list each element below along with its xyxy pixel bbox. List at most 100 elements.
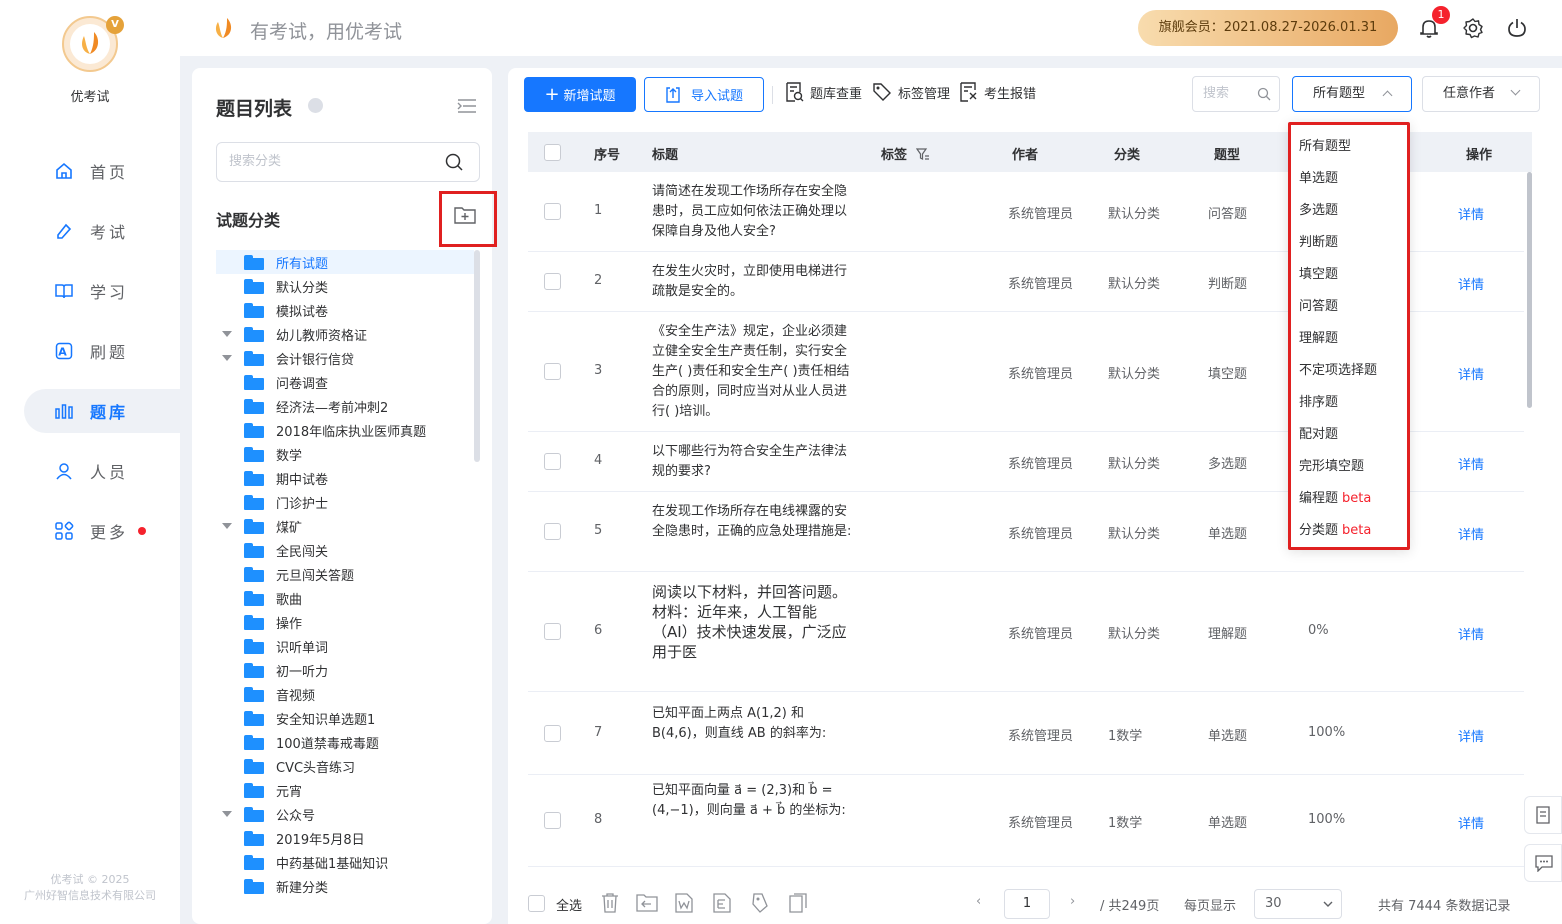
row-checkbox[interactable] xyxy=(544,523,561,540)
type-filter-select[interactable]: 所有题型 xyxy=(1292,76,1412,112)
app-logo[interactable]: V xyxy=(62,16,124,72)
author-filter-select[interactable]: 任意作者 xyxy=(1422,76,1540,112)
import-question-button[interactable]: 导入试题 xyxy=(644,77,764,112)
type-option[interactable]: 理解题 xyxy=(1299,327,1338,346)
duplicate-check-button[interactable]: 题库查重 xyxy=(786,82,862,102)
tree-item[interactable]: 2018年临床执业医师真题 xyxy=(216,418,474,442)
search-icon[interactable] xyxy=(1257,87,1271,101)
type-option[interactable]: 不定项选择题 xyxy=(1299,359,1377,378)
select-all-checkbox[interactable] xyxy=(528,895,545,912)
export-word-icon[interactable] xyxy=(674,892,694,914)
tree-item[interactable]: 默认分类 xyxy=(216,274,474,298)
detail-link[interactable]: 详情 xyxy=(1458,624,1484,643)
trash-icon[interactable] xyxy=(600,892,620,914)
tree-item[interactable]: 安全知识单选题1 xyxy=(216,706,474,730)
tree-item[interactable]: 数学 xyxy=(216,442,474,466)
tree-item[interactable]: 经济法—考前冲刺2 xyxy=(216,394,474,418)
nav-exam[interactable]: 考试 xyxy=(24,209,180,253)
question-search-input[interactable]: 搜索 xyxy=(1192,76,1280,112)
tree-item[interactable]: 初一听力 xyxy=(216,658,474,682)
row-title[interactable]: 《安全生产法》规定，企业必须建立健全安全生产责任制，实行安全生产( )责任和安全… xyxy=(652,322,854,422)
notes-float-button[interactable] xyxy=(1524,796,1562,834)
tree-scrollbar[interactable] xyxy=(474,250,480,462)
tree-item[interactable]: 公众号 xyxy=(216,802,474,826)
add-question-button[interactable]: + 新增试题 xyxy=(524,77,636,112)
tree-item[interactable]: 元宵 xyxy=(216,778,474,802)
row-checkbox[interactable] xyxy=(544,812,561,829)
header-tag[interactable]: 标签 xyxy=(881,144,930,163)
export-excel-icon[interactable] xyxy=(712,892,732,914)
caret-down-icon[interactable] xyxy=(222,355,232,361)
row-checkbox[interactable] xyxy=(544,203,561,220)
per-page-select[interactable]: 30 xyxy=(1254,889,1342,919)
chat-float-button[interactable] xyxy=(1524,844,1562,882)
type-option[interactable]: 编程题 beta xyxy=(1299,487,1371,506)
tree-item[interactable]: 2019年5月8日 xyxy=(216,826,474,850)
type-option[interactable]: 所有题型 xyxy=(1299,135,1351,154)
row-title[interactable]: 在发现工作场所存在电线裸露的安全隐患时，正确的应急处理措施是: xyxy=(652,502,854,542)
tag-management-button[interactable]: 标签管理 xyxy=(872,82,950,102)
detail-link[interactable]: 详情 xyxy=(1458,524,1484,543)
type-option[interactable]: 单选题 xyxy=(1299,167,1338,186)
table-scrollbar[interactable] xyxy=(1527,172,1532,408)
copy-icon[interactable] xyxy=(788,892,810,914)
type-option[interactable]: 完形填空题 xyxy=(1299,455,1364,474)
table-row[interactable]: 8 系统管理员 1数学 单选题 100% 已知平面向量 a⃗ = (2,3)和 b⃗ = … xyxy=(528,775,1524,867)
tree-item[interactable]: 100道禁毒戒毒题 xyxy=(216,730,474,754)
row-checkbox[interactable] xyxy=(544,623,561,640)
select-all-label[interactable]: 全选 xyxy=(556,895,582,914)
nav-question-bank[interactable]: 题库 xyxy=(24,389,180,433)
nav-more[interactable]: 更多 xyxy=(24,509,180,553)
caret-down-icon[interactable] xyxy=(222,331,232,337)
tree-item[interactable]: 会计银行信贷 xyxy=(216,346,474,370)
select-all-checkbox-header[interactable] xyxy=(544,144,561,161)
tree-item[interactable]: 新建分类 xyxy=(216,874,474,898)
tree-item[interactable]: 识听单词 xyxy=(216,634,474,658)
caret-down-icon[interactable] xyxy=(222,523,232,529)
detail-link[interactable]: 详情 xyxy=(1458,274,1484,293)
row-checkbox[interactable] xyxy=(544,363,561,380)
detail-link[interactable]: 详情 xyxy=(1458,813,1484,832)
help-icon[interactable] xyxy=(308,98,323,113)
power-icon[interactable] xyxy=(1506,17,1528,39)
tree-item[interactable]: 中药基础1基础知识 xyxy=(216,850,474,874)
search-icon[interactable] xyxy=(445,153,463,171)
row-title[interactable]: 以下哪些行为符合安全生产法律法规的要求? xyxy=(652,442,854,482)
row-checkbox[interactable] xyxy=(544,724,561,742)
gear-icon[interactable] xyxy=(1462,17,1484,39)
page-number-input[interactable]: 1 xyxy=(1004,889,1050,919)
nav-study[interactable]: 学习 xyxy=(24,269,180,313)
tag-batch-icon[interactable] xyxy=(750,892,770,914)
row-title[interactable]: 在发生火灾时，立即使用电梯进行疏散是安全的。 xyxy=(652,262,854,302)
table-row[interactable]: 6 系统管理员 默认分类 理解题 0% 阅读以下材料，并回答问题。材料：近年来，人工智能（… xyxy=(528,572,1524,692)
nav-people[interactable]: 人员 xyxy=(24,449,180,493)
type-option[interactable]: 排序题 xyxy=(1299,391,1338,410)
detail-link[interactable]: 详情 xyxy=(1458,364,1484,383)
report-error-button[interactable]: 考生报错 xyxy=(960,82,1036,102)
tree-item[interactable]: 问卷调查 xyxy=(216,370,474,394)
row-title[interactable]: 请简述在发现工作场所存在安全隐患时，员工应如何依法正确处理以保障自身及他人安全? xyxy=(652,182,854,242)
row-checkbox[interactable] xyxy=(544,273,561,290)
row-title[interactable]: 已知平面上两点 A(1,2) 和 B(4,6)，则直线 AB 的斜率为: xyxy=(652,704,854,744)
row-title[interactable]: 已知平面向量 a⃗ = (2,3)和 b⃗ = (4,−1)，则向量 a⃗ + … xyxy=(652,781,854,821)
row-title[interactable]: 阅读以下材料，并回答问题。材料：近年来，人工智能（AI）技术快速发展，广泛应用于… xyxy=(652,582,854,662)
tree-item[interactable]: CVC头音练习 xyxy=(216,754,474,778)
tree-item[interactable]: 音视频 xyxy=(216,682,474,706)
tree-item[interactable]: 煤矿 xyxy=(216,514,474,538)
nav-home[interactable]: 首页 xyxy=(24,149,180,193)
tree-item[interactable]: 模拟试卷 xyxy=(216,298,474,322)
type-option[interactable]: 填空题 xyxy=(1299,263,1338,282)
category-search-input[interactable]: 搜索分类 xyxy=(216,142,480,182)
tree-item[interactable]: 全民闯关 xyxy=(216,538,474,562)
move-folder-icon[interactable] xyxy=(636,893,658,913)
vip-badge[interactable]: 旗舰会员：2021.08.27-2026.01.31 xyxy=(1138,10,1398,46)
type-option[interactable]: 判断题 xyxy=(1299,231,1338,250)
tree-item[interactable]: 歌曲 xyxy=(216,586,474,610)
next-page-icon[interactable]: › xyxy=(1070,894,1075,909)
detail-link[interactable]: 详情 xyxy=(1458,454,1484,473)
row-checkbox[interactable] xyxy=(544,453,561,470)
collapse-menu-icon[interactable] xyxy=(457,98,477,114)
detail-link[interactable]: 详情 xyxy=(1458,726,1484,745)
tree-item[interactable]: 门诊护士 xyxy=(216,490,474,514)
caret-down-icon[interactable] xyxy=(222,811,232,817)
